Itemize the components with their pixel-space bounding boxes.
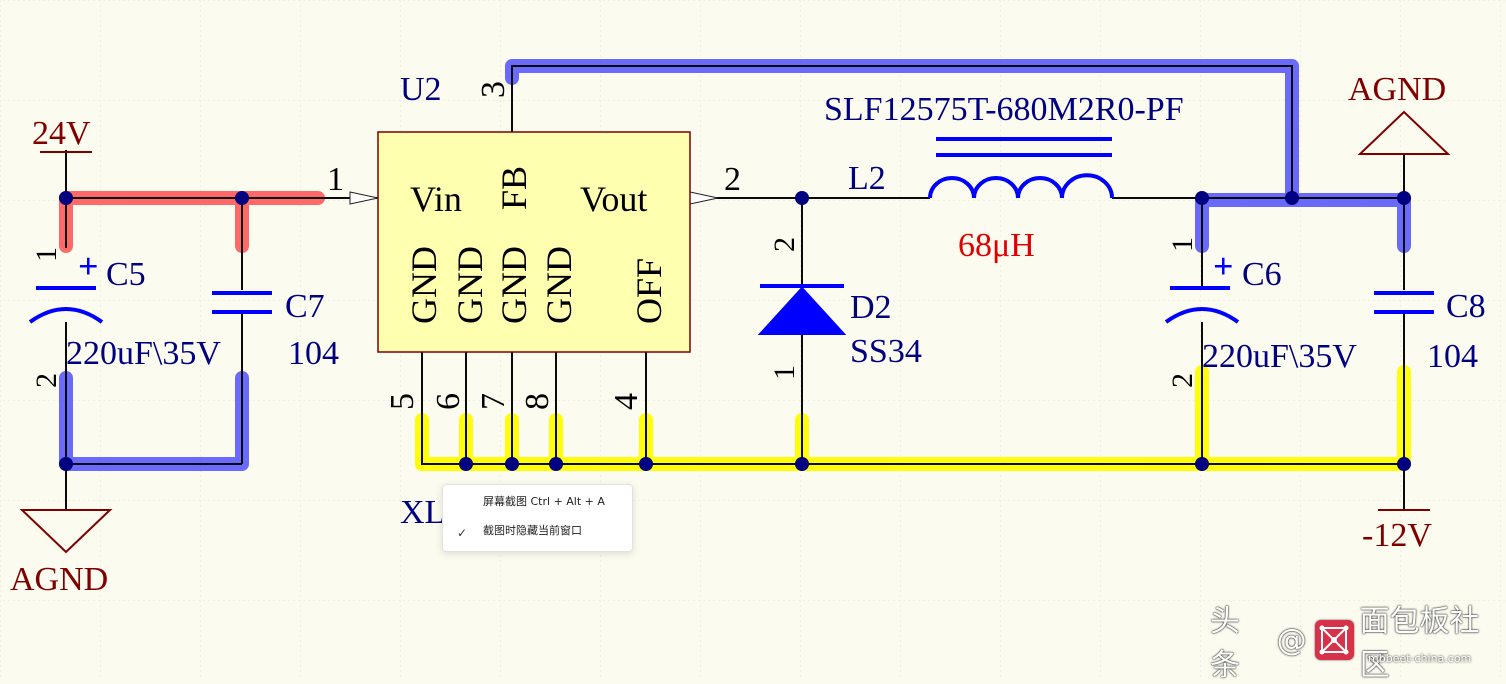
c5-ref: C5 <box>106 256 146 293</box>
c6-ref: C6 <box>1242 256 1282 293</box>
c7-value: 104 <box>288 335 339 372</box>
watermark-handle: @ <box>1276 622 1307 658</box>
c6-polarity-plus: + <box>1213 246 1234 286</box>
pin-number-fb: 3 <box>475 81 512 98</box>
power-label-neg12v: -12V <box>1362 517 1432 554</box>
watermark-logo-icon <box>1314 620 1354 660</box>
c5-value: 220uF\35V <box>66 335 221 372</box>
d2-value: SS34 <box>850 333 922 370</box>
c8-value: 104 <box>1427 338 1478 375</box>
menu-item-screenshot-label: 屏幕截图 Ctrl + Alt + A <box>483 495 605 508</box>
menu-item-screenshot[interactable]: 屏幕截图 Ctrl + Alt + A <box>483 492 605 512</box>
pin-number-vout: 2 <box>724 161 741 198</box>
c7-ref: C7 <box>285 288 325 325</box>
l2-value: 68μH <box>958 227 1035 264</box>
ic-pin-gnd2-label: GND <box>450 246 490 324</box>
power-label-agnd-left: AGND <box>10 561 108 598</box>
c5-polarity-plus: + <box>78 246 99 286</box>
power-label-agnd-right: AGND <box>1348 71 1446 108</box>
d2-pin1-number: 1 <box>768 365 801 380</box>
pin-number-vin: 1 <box>327 161 344 198</box>
power-label-24v: 24V <box>32 115 91 152</box>
l2-part-number: SLF12575T-680M2R0-PF <box>824 91 1184 128</box>
ic-pin-fb-label: FB <box>494 166 534 210</box>
c6-value: 220uF\35V <box>1202 338 1357 375</box>
pin-number-off: 4 <box>608 393 645 410</box>
pin-number-gnd3: 7 <box>475 393 512 410</box>
context-menu: 屏幕截图 Ctrl + Alt + A ✓ 截图时隐藏当前窗口 <box>442 484 633 552</box>
ic-pin-gnd1-label: GND <box>404 246 444 324</box>
checkmark-icon: ✓ <box>457 526 468 540</box>
c6-pin1-number: 1 <box>1166 237 1199 252</box>
menu-item-hide-window-label: 截图时隐藏当前窗口 <box>483 524 582 537</box>
c6-pin2-number: 2 <box>1166 373 1199 388</box>
l2-ref: L2 <box>848 160 886 197</box>
c5-pin2-number: 2 <box>30 373 63 388</box>
pin-number-gnd4: 8 <box>519 393 556 410</box>
c8-ref: C8 <box>1446 288 1486 325</box>
c5-pin1-number: 1 <box>30 247 63 262</box>
menu-item-hide-window[interactable]: 截图时隐藏当前窗口 <box>483 521 582 541</box>
ic-pin-vout-label: Vout <box>580 179 647 219</box>
ic-pin-gnd4-label: GND <box>539 246 579 324</box>
pin-number-gnd1: 5 <box>384 393 421 410</box>
watermark-site-url: mbbeet-china.com <box>1368 652 1472 665</box>
watermark-site: 面包板社区 <box>1359 604 1480 683</box>
ic-pin-off-label: OFF <box>629 258 669 324</box>
ic-pin-vin-label: Vin <box>410 179 462 219</box>
watermark-source: 头条 <box>1210 604 1240 683</box>
pin-number-gnd2: 6 <box>430 393 467 410</box>
d2-ref: D2 <box>850 289 892 326</box>
ic-pin-gnd3-label: GND <box>494 246 534 324</box>
ic-u2-ref: U2 <box>400 71 442 108</box>
d2-pin2-number: 2 <box>768 237 801 252</box>
